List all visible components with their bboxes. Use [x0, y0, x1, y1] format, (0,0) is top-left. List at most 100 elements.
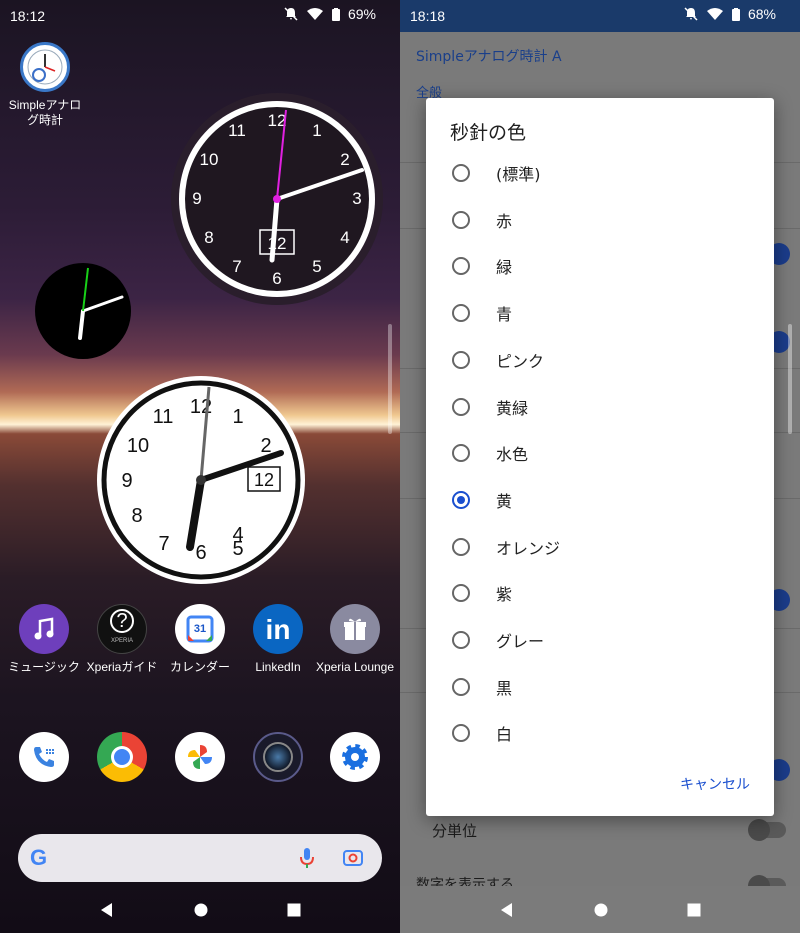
app-label: ミュージック	[8, 660, 80, 674]
camera-lens-icon	[253, 732, 303, 782]
color-option-label: ピンク	[496, 351, 545, 371]
svg-text:6: 6	[195, 542, 206, 564]
color-option[interactable]: 赤	[426, 197, 774, 243]
app-label: Simpleアナログ時計	[8, 98, 82, 127]
radio-unselected-icon[interactable]	[452, 724, 470, 743]
radio-selected-icon[interactable]	[452, 490, 470, 509]
color-option-label: グレー	[496, 632, 545, 651]
linkedin-icon: in	[253, 604, 303, 654]
home-icon[interactable]	[594, 903, 608, 917]
color-option-label: 青	[496, 305, 513, 325]
radio-unselected-icon[interactable]	[452, 584, 470, 603]
color-option[interactable]: オレンジ	[426, 524, 774, 570]
color-option[interactable]: 黄緑	[426, 384, 774, 430]
date-display: 12	[254, 470, 274, 490]
svg-text:5: 5	[312, 257, 321, 276]
svg-text:3: 3	[352, 189, 361, 208]
radio-unselected-icon[interactable]	[452, 537, 470, 556]
color-option-label: 緑	[496, 258, 513, 278]
app-label: LinkedIn	[255, 660, 301, 674]
color-option[interactable]: (標準)	[426, 150, 774, 196]
navigation-bar	[0, 886, 400, 933]
radio-unselected-icon[interactable]	[452, 631, 470, 649]
app-xperia-guide[interactable]: ? XPERIA Xperiaガイド	[82, 604, 162, 675]
back-icon[interactable]	[99, 902, 115, 918]
color-option[interactable]: 白	[426, 710, 774, 756]
color-option-label: 白	[496, 725, 513, 745]
app-calendar[interactable]: 31 カレンダー	[160, 604, 240, 675]
svg-text:7: 7	[158, 533, 169, 555]
color-option-label: 紫	[496, 585, 513, 605]
second-hand-color-dialog: 秒針の色 (標準) 赤緑青ピンク黄緑水色黄オレンジ紫グレー黒白 キャンセル	[426, 98, 774, 816]
music-note-icon	[19, 604, 69, 654]
battery-icon	[731, 7, 740, 21]
color-option-label: 黄緑	[496, 398, 529, 418]
status-bar: 18:18 68%	[400, 0, 800, 32]
radio-unselected-icon[interactable]	[452, 304, 470, 323]
color-option-label: 黒	[496, 678, 513, 698]
app-music[interactable]: ミュージック	[4, 604, 84, 675]
app-settings[interactable]	[315, 732, 395, 788]
lens-camera-icon[interactable]	[343, 848, 363, 868]
svg-text:10: 10	[200, 150, 219, 169]
app-photos[interactable]	[160, 732, 240, 788]
app-chrome[interactable]	[82, 732, 162, 788]
radio-unselected-icon[interactable]	[452, 444, 470, 463]
radio-unselected-icon[interactable]	[452, 210, 470, 229]
app-phone[interactable]	[4, 732, 84, 788]
color-option-label: (標準)	[496, 165, 541, 184]
radio-unselected-icon[interactable]	[452, 164, 470, 182]
navigation-bar	[400, 886, 800, 933]
color-option[interactable]: 黄	[426, 477, 774, 523]
color-option[interactable]: 紫	[426, 570, 774, 616]
recents-icon[interactable]	[287, 903, 301, 917]
svg-text:1: 1	[312, 121, 321, 140]
microphone-icon[interactable]	[300, 847, 314, 869]
battery-icon	[331, 7, 340, 21]
clock-widget-dark-large[interactable]: 1212345 67891011 12	[170, 92, 384, 306]
color-option[interactable]: 水色	[426, 430, 774, 476]
svg-text:6: 6	[272, 269, 281, 288]
svg-text:11: 11	[153, 406, 174, 428]
radio-unselected-icon[interactable]	[452, 350, 470, 369]
svg-text:1: 1	[232, 406, 243, 428]
cancel-button[interactable]: キャンセル	[680, 774, 750, 794]
recents-icon[interactable]	[687, 903, 701, 917]
radio-unselected-icon[interactable]	[452, 397, 470, 416]
dialog-title: 秒針の色	[450, 123, 527, 144]
app-xperia-lounge[interactable]: Xperia Lounge	[315, 604, 395, 675]
bell-off-icon	[284, 7, 298, 21]
clock-widget-white[interactable]: 12 1245 67891011 12	[96, 375, 306, 585]
setting-show-numbers[interactable]: 数字を表示する	[416, 874, 514, 886]
setting-minute-unit-toggle[interactable]	[748, 819, 786, 841]
setting-minute-unit[interactable]: 分単位	[432, 820, 477, 841]
svg-text:5: 5	[232, 538, 243, 560]
settings-screen: 18:18 68% Simpleアナログ時計 A 全般 分単位 数字を表示する …	[400, 0, 800, 933]
svg-text:10: 10	[127, 435, 149, 457]
color-option[interactable]: 黒	[426, 664, 774, 710]
home-screen: 18:12 69% Simpleアナログ時計 12 1 2 3 4 5 6 7 8 9 10 11 …	[0, 0, 400, 933]
wifi-icon	[706, 8, 723, 20]
clock-widget-small-black[interactable]	[34, 262, 132, 360]
color-option-label: 水色	[496, 445, 529, 465]
color-option[interactable]: 青	[426, 290, 774, 336]
radio-unselected-icon[interactable]	[452, 257, 470, 276]
color-option[interactable]: グレー	[426, 617, 774, 663]
svg-text:8: 8	[131, 505, 142, 527]
svg-text:7: 7	[232, 257, 241, 276]
color-option[interactable]: ピンク	[426, 337, 774, 383]
status-bar: 18:12 69%	[0, 0, 400, 32]
google-search-bar[interactable]: G	[18, 834, 382, 882]
radio-unselected-icon[interactable]	[452, 677, 470, 696]
app-simple-analog-clock[interactable]: Simpleアナログ時計	[5, 42, 85, 128]
settings-app-title: Simpleアナログ時計 A	[416, 49, 562, 65]
color-option[interactable]: 緑	[426, 243, 774, 289]
app-linkedin[interactable]: in LinkedIn	[238, 604, 318, 675]
back-icon[interactable]	[499, 902, 515, 918]
home-icon[interactable]	[194, 903, 208, 917]
app-camera[interactable]	[238, 732, 318, 788]
svg-text:2: 2	[340, 150, 349, 169]
svg-text:9: 9	[192, 189, 201, 208]
gear-icon	[330, 732, 380, 782]
status-time: 18:12	[10, 8, 46, 24]
